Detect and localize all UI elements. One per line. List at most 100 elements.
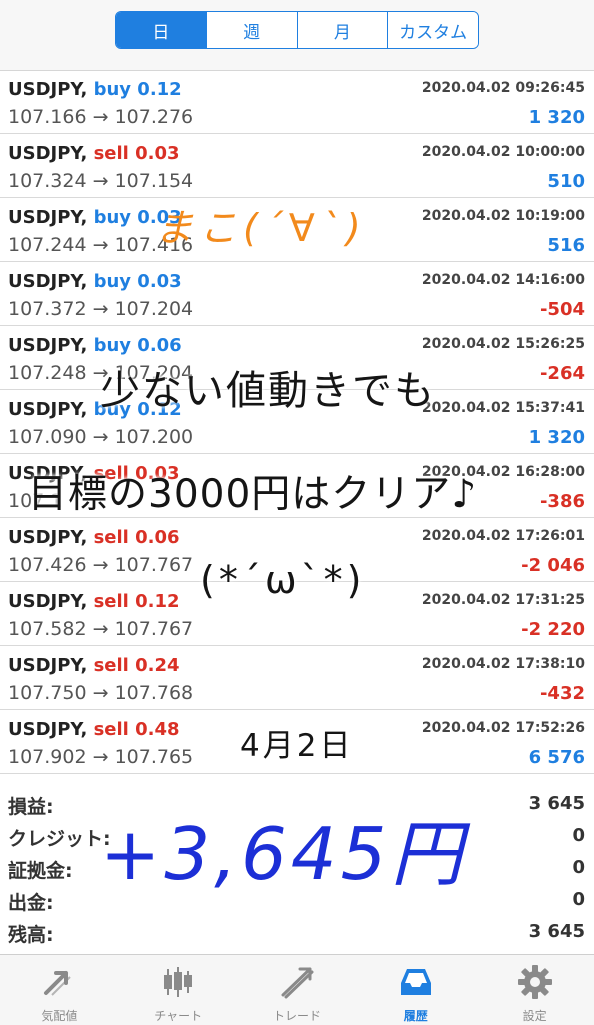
summary-label: クレジット: — [8, 828, 111, 850]
trade-profit: -2 220 — [521, 619, 585, 640]
period-selector-bar: 日 週 月 カスタム — [0, 0, 594, 71]
summary-value: 3 645 — [528, 793, 585, 814]
tab-label: チャート — [154, 1009, 203, 1023]
trade-volume: buy 0.03 — [93, 207, 182, 228]
trade-symbol: USDJPY, — [8, 207, 88, 228]
trade-profit: -386 — [539, 491, 585, 512]
trade-volume: buy 0.12 — [93, 399, 182, 420]
quotes-icon — [44, 971, 72, 996]
tab-chart[interactable]: チャート — [119, 955, 238, 1025]
summary-label: 証拠金: — [8, 860, 73, 882]
trade-symbol: USDJPY, — [8, 655, 88, 676]
trade-volume: sell 0.03 — [93, 143, 180, 164]
trade-row[interactable]: USDJPY, sell 0.03 2020.04.02 16:28:00 10… — [0, 454, 594, 518]
tab-label: 気配値 — [41, 1009, 78, 1023]
tab-trade[interactable]: トレード — [238, 955, 357, 1025]
trade-profit: 510 — [547, 171, 585, 192]
trade-row[interactable]: USDJPY, sell 0.03 2020.04.02 10:00:00 10… — [0, 134, 594, 198]
tab-label: 履歴 — [403, 1009, 428, 1023]
trade-row[interactable]: USDJPY, buy 0.12 2020.04.02 15:37:41 107… — [0, 390, 594, 454]
trade-symbol: USDJPY, — [8, 527, 88, 548]
summary-label: 残高: — [8, 924, 54, 946]
trade-history-list: USDJPY, buy 0.12 2020.04.02 09:26:45 107… — [0, 70, 594, 774]
trade-prices: 107.750 → 107.768 — [8, 682, 194, 704]
trade-volume: sell 0.12 — [93, 591, 180, 612]
summary-row-deposit: 証拠金: 0 — [0, 852, 594, 884]
trade-volume: buy 0.12 — [93, 79, 182, 100]
trade-volume: sell 0.48 — [93, 719, 180, 740]
trade-profit: -504 — [539, 299, 585, 320]
tab-history[interactable]: 履歴 — [356, 955, 475, 1025]
summary-value: 3 645 — [528, 921, 585, 942]
summary-value: 0 — [572, 857, 585, 878]
trade-time: 2020.04.02 17:38:10 — [421, 656, 585, 672]
trade-row[interactable]: USDJPY, sell 0.12 2020.04.02 17:31:25 10… — [0, 582, 594, 646]
tab-label: 設定 — [522, 1009, 547, 1023]
trade-time: 2020.04.02 10:00:00 — [421, 144, 585, 160]
trade-volume: buy 0.06 — [93, 335, 182, 356]
trade-time: 2020.04.02 17:26:01 — [421, 528, 585, 544]
trade-prices: 107.090 → 107.200 — [8, 426, 194, 448]
settings-icon — [517, 965, 552, 999]
tab-settings[interactable]: 設定 — [475, 955, 594, 1025]
tab-quotes[interactable]: 気配値 — [0, 955, 119, 1025]
summary-row-withdrawal: 出金: 0 — [0, 884, 594, 916]
trade-profit: 516 — [547, 235, 585, 256]
trade-row[interactable]: USDJPY, sell 0.48 2020.04.02 17:52:26 10… — [0, 710, 594, 774]
trade-profit: 1 320 — [528, 427, 585, 448]
trade-time: 2020.04.02 09:26:45 — [421, 80, 585, 96]
tab-month[interactable]: 月 — [296, 12, 388, 48]
trade-prices: 107.426 → 107.767 — [8, 554, 194, 576]
trade-symbol: USDJPY, — [8, 399, 88, 420]
trade-symbol: USDJPY, — [8, 143, 88, 164]
trade-symbol: USDJPY, — [8, 591, 88, 612]
trade-time: 2020.04.02 17:52:26 — [421, 720, 585, 736]
chart-icon — [164, 967, 193, 997]
trade-prices: 107.582 → 107.767 — [8, 618, 194, 640]
period-segmented-control: 日 週 月 カスタム — [115, 11, 479, 49]
trade-prices: 107.1 — [8, 490, 63, 512]
trade-time: 2020.04.02 16:28:00 — [421, 464, 585, 480]
trade-row[interactable]: USDJPY, buy 0.12 2020.04.02 09:26:45 107… — [0, 70, 594, 134]
trade-row[interactable]: USDJPY, buy 0.03 2020.04.02 14:16:00 107… — [0, 262, 594, 326]
trade-prices: 107.248 → 107.204 — [8, 362, 194, 384]
trade-symbol: USDJPY, — [8, 335, 88, 356]
summary-row-balance: 残高: 3 645 — [0, 916, 594, 948]
trade-time: 2020.04.02 10:19:00 — [421, 208, 585, 224]
trade-prices: 107.372 → 107.204 — [8, 298, 194, 320]
tab-custom[interactable]: カスタム — [387, 12, 478, 48]
trade-volume: buy 0.03 — [93, 271, 182, 292]
tab-day[interactable]: 日 — [116, 12, 206, 48]
trade-time: 2020.04.02 17:31:25 — [421, 592, 585, 608]
account-summary: 損益: 3 645 クレジット: 0 証拠金: 0 出金: 0 残高: 3 64… — [0, 788, 594, 948]
trade-profit: 1 320 — [528, 107, 585, 128]
trade-symbol: USDJPY, — [8, 719, 88, 740]
trade-symbol: USDJPY, — [8, 463, 88, 484]
history-icon — [400, 969, 431, 995]
tab-label: トレード — [272, 1009, 321, 1023]
trade-icon — [281, 967, 314, 999]
trade-symbol: USDJPY, — [8, 79, 88, 100]
trade-volume: sell 0.06 — [93, 527, 180, 548]
summary-row-profit: 損益: 3 645 — [0, 788, 594, 820]
trade-profit: -432 — [539, 683, 585, 704]
bottom-tab-bar: 気配値 チャート トレード 履歴 設定 — [0, 954, 594, 1025]
trade-prices: 107.324 → 107.154 — [8, 170, 194, 192]
tab-week[interactable]: 週 — [205, 12, 297, 48]
trade-row[interactable]: USDJPY, sell 0.24 2020.04.02 17:38:10 10… — [0, 646, 594, 710]
trade-profit: -264 — [539, 363, 585, 384]
trade-time: 2020.04.02 15:26:25 — [421, 336, 585, 352]
trade-profit: -2 046 — [521, 555, 585, 576]
trade-row[interactable]: USDJPY, buy 0.06 2020.04.02 15:26:25 107… — [0, 326, 594, 390]
trade-prices: 107.902 → 107.765 — [8, 746, 194, 768]
summary-label: 出金: — [8, 892, 54, 914]
trade-symbol: USDJPY, — [8, 271, 88, 292]
trade-time: 2020.04.02 15:37:41 — [421, 400, 585, 416]
trade-row[interactable]: USDJPY, buy 0.03 2020.04.02 10:19:00 107… — [0, 198, 594, 262]
trade-prices: 107.244 → 107.416 — [8, 234, 194, 256]
trade-time: 2020.04.02 14:16:00 — [421, 272, 585, 288]
summary-value: 0 — [572, 889, 585, 910]
summary-row-credit: クレジット: 0 — [0, 820, 594, 852]
trade-volume: sell 0.03 — [93, 463, 180, 484]
trade-row[interactable]: USDJPY, sell 0.06 2020.04.02 17:26:01 10… — [0, 518, 594, 582]
